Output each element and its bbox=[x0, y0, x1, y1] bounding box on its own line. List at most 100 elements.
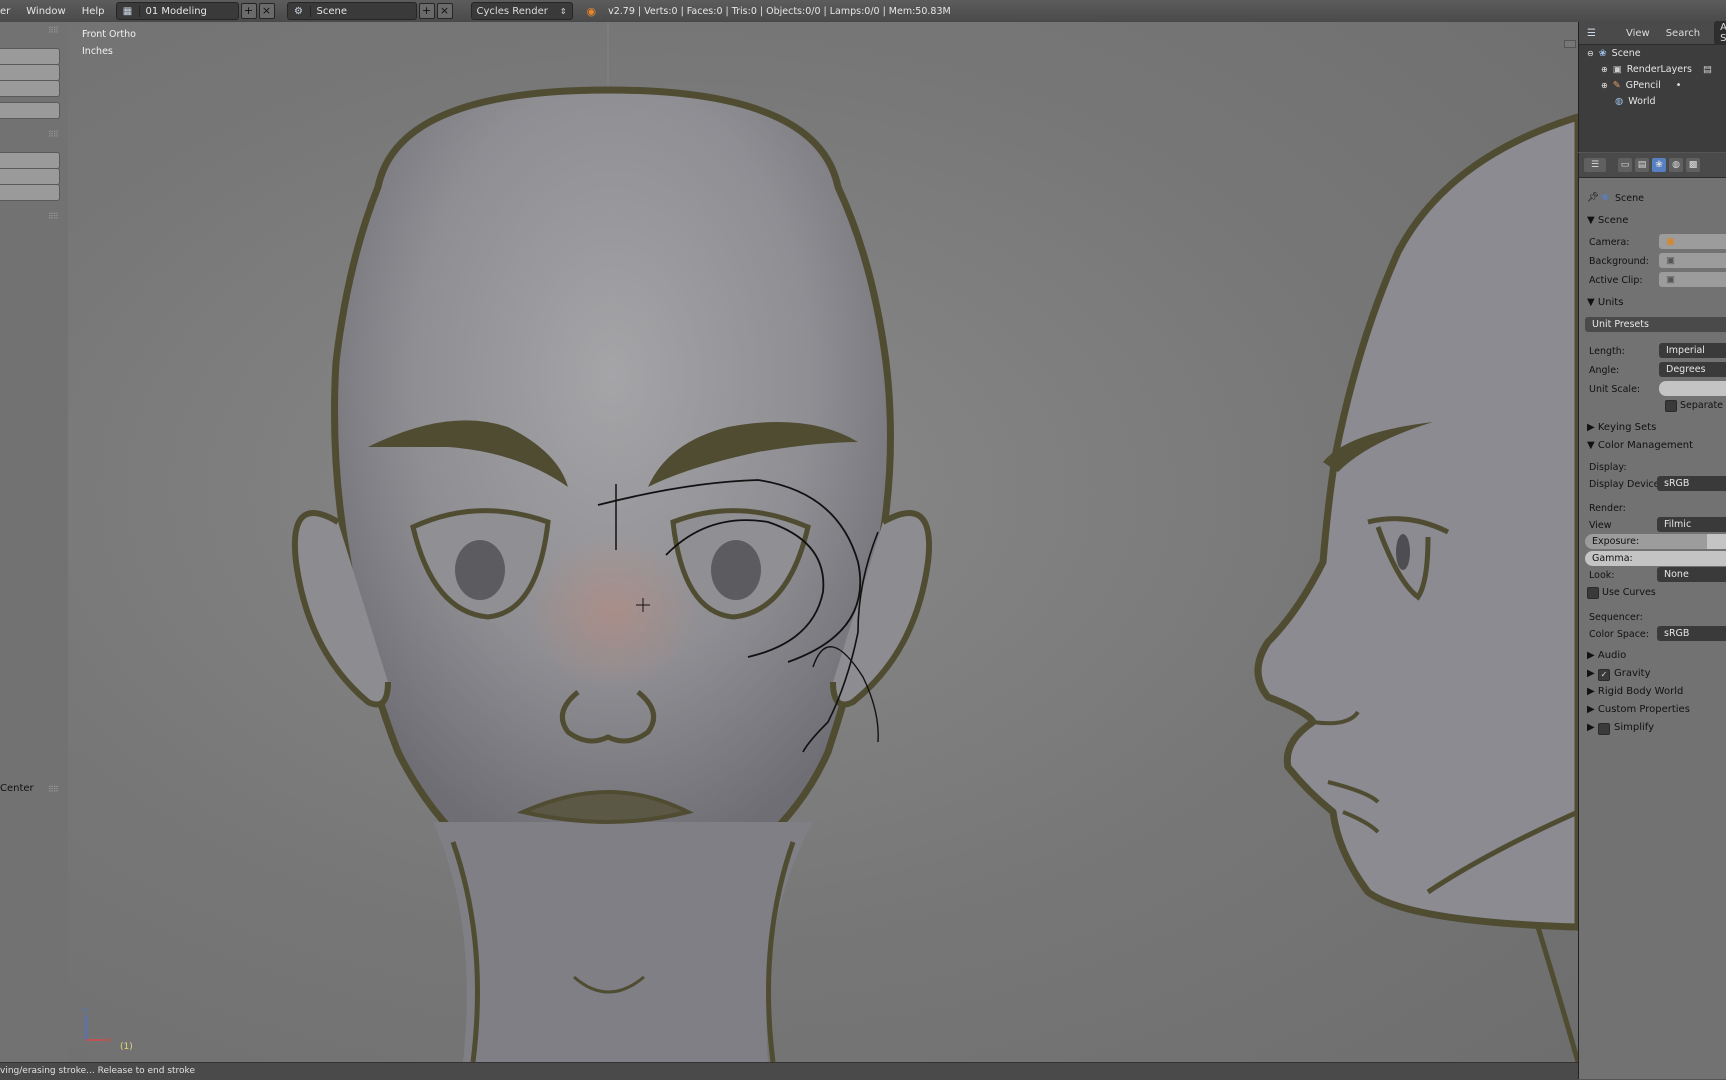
menu-help[interactable]: Help bbox=[74, 6, 113, 17]
add-screen-button[interactable]: + bbox=[240, 3, 257, 19]
outliner-filter-dropdown[interactable]: All Sc bbox=[1714, 21, 1726, 45]
gamma-slider[interactable]: Gamma: bbox=[1585, 551, 1726, 566]
pin-icon[interactable]: 📌︎ bbox=[1587, 192, 1599, 203]
outliner-item-renderlayers[interactable]: ⊕ ▣ RenderLayers ▤ bbox=[1601, 64, 1712, 75]
delete-scene-button[interactable]: × bbox=[436, 3, 453, 19]
unit-presets-dropdown[interactable]: Unit Presets bbox=[1585, 317, 1726, 332]
gpencil-data-icon[interactable]: • bbox=[1676, 80, 1682, 91]
outliner-editor-type-icon[interactable]: ☰ bbox=[1587, 28, 1596, 39]
world-icon: ◍ bbox=[1615, 96, 1624, 107]
length-label: Length: bbox=[1589, 346, 1625, 357]
outliner-view-menu[interactable]: View bbox=[1626, 28, 1650, 39]
render-label: Render: bbox=[1589, 503, 1626, 514]
scene-tab-icon[interactable]: ❀ bbox=[1652, 158, 1666, 172]
properties-toggle-button[interactable] bbox=[1564, 40, 1576, 48]
tool-button[interactable] bbox=[0, 64, 60, 81]
active-clip-field[interactable]: ▣ bbox=[1659, 272, 1726, 287]
texture-tab-icon[interactable]: ▩ bbox=[1686, 158, 1700, 172]
render-layers-icon: ▣ bbox=[1612, 64, 1622, 75]
collapse-toggle-icon[interactable]: ⊖ bbox=[1587, 49, 1594, 58]
exposure-slider-fill bbox=[1707, 534, 1726, 549]
outliner-panel: ☰ View Search All Sc ⊖ ❀ Scene ⊕ ▣ Rende… bbox=[1578, 21, 1726, 152]
section-units[interactable]: ▼ Units bbox=[1587, 297, 1623, 308]
tool-button[interactable] bbox=[0, 184, 60, 201]
look-label: Look: bbox=[1589, 570, 1615, 581]
side-profile-reference bbox=[1254, 113, 1578, 1062]
panel-label-center: Center bbox=[0, 783, 34, 794]
tool-button[interactable] bbox=[0, 152, 60, 169]
angle-dropdown[interactable]: Degrees bbox=[1659, 362, 1726, 377]
section-simplify[interactable]: ▶ bbox=[1587, 722, 1595, 733]
section-custom-properties[interactable]: ▶ Custom Properties bbox=[1587, 704, 1690, 715]
background-field[interactable]: ▣ bbox=[1659, 253, 1726, 268]
panel-grip-icon[interactable]: ⠿⠿ bbox=[48, 212, 59, 221]
sequencer-label: Sequencer: bbox=[1589, 612, 1643, 623]
outliner-header: ☰ View Search All Sc bbox=[1579, 21, 1726, 45]
exposure-slider[interactable]: Exposure: bbox=[1585, 534, 1726, 549]
outliner-item-world[interactable]: ◍ World bbox=[1615, 96, 1656, 107]
dropdown-arrows-icon: ⇕ bbox=[559, 6, 567, 16]
status-bar: ving/erasing stroke... Release to end st… bbox=[0, 1062, 1578, 1080]
gravity-checkbox[interactable]: ✓ bbox=[1598, 669, 1610, 681]
tool-button[interactable] bbox=[0, 48, 60, 65]
3d-viewport[interactable]: z x Front Ortho Inches (1) bbox=[68, 22, 1578, 1062]
render-tab-icon[interactable]: ▭ bbox=[1618, 158, 1632, 172]
display-device-label: Display Device: bbox=[1589, 479, 1663, 490]
front-face-reference bbox=[292, 86, 932, 1062]
reference-image-canvas: z x bbox=[83, 22, 1578, 1062]
menu-window[interactable]: Window bbox=[18, 6, 73, 17]
outliner-search-menu[interactable]: Search bbox=[1666, 28, 1700, 39]
camera-field[interactable]: ▣ bbox=[1659, 234, 1726, 249]
separate-units-checkbox[interactable] bbox=[1665, 400, 1677, 412]
unit-scale-label: Unit Scale: bbox=[1589, 384, 1641, 395]
world-tab-icon[interactable]: ◍ bbox=[1669, 158, 1683, 172]
section-gravity[interactable]: ▶ bbox=[1587, 668, 1595, 679]
tool-shelf: ⠿⠿ ⠿⠿ ⠿⠿ Center ⠿⠿ bbox=[0, 22, 69, 1062]
add-scene-button[interactable]: + bbox=[418, 3, 435, 19]
scene-icon: ❀ bbox=[1598, 48, 1607, 59]
screen-layout-dropdown[interactable]: ▦ 01 Modeling bbox=[115, 2, 239, 20]
tool-button[interactable] bbox=[0, 102, 60, 119]
outliner-item-gpencil[interactable]: ⊕ ✎ GPencil • bbox=[1601, 80, 1681, 91]
section-color-management[interactable]: ▼ Color Management bbox=[1587, 440, 1693, 451]
render-engine-dropdown[interactable]: Cycles Render ⇕ bbox=[470, 2, 573, 20]
expand-toggle-icon[interactable]: ⊕ bbox=[1601, 65, 1608, 74]
section-rigid-body-world[interactable]: ▶ Rigid Body World bbox=[1587, 686, 1683, 697]
axis-gizmo-icon: z x bbox=[83, 1006, 112, 1044]
view-name-label: Front Ortho bbox=[82, 29, 136, 40]
use-curves-label: Use Curves bbox=[1602, 587, 1656, 598]
tool-button[interactable] bbox=[0, 168, 60, 185]
context-breadcrumb: Scene bbox=[1615, 193, 1644, 204]
panel-grip-icon[interactable]: ⠿⠿ bbox=[48, 785, 59, 794]
svg-text:z: z bbox=[83, 1006, 87, 1014]
scene-dropdown[interactable]: ⚙ Scene bbox=[286, 2, 417, 20]
delete-screen-button[interactable]: × bbox=[258, 3, 275, 19]
active-clip-label: Active Clip: bbox=[1589, 275, 1643, 286]
length-dropdown[interactable]: Imperial bbox=[1659, 343, 1726, 358]
outliner-item-scene[interactable]: ⊖ ❀ Scene bbox=[1587, 48, 1641, 59]
tool-button[interactable] bbox=[0, 80, 60, 97]
menu-render[interactable]: er bbox=[0, 6, 18, 17]
top-header-bar: er Window Help ▦ 01 Modeling + × ⚙ Scene… bbox=[0, 0, 1726, 23]
render-layers-toggle-icon[interactable]: ▤ bbox=[1703, 64, 1712, 75]
render-layers-tab-icon[interactable]: ▤ bbox=[1635, 158, 1649, 172]
section-audio[interactable]: ▶ Audio bbox=[1587, 650, 1626, 661]
units-label: Inches bbox=[82, 46, 113, 57]
panel-grip-icon[interactable]: ⠿⠿ bbox=[48, 26, 59, 35]
unit-scale-field[interactable] bbox=[1659, 381, 1726, 396]
look-dropdown[interactable]: None bbox=[1657, 567, 1726, 582]
properties-editor-type-icon[interactable]: ☰ bbox=[1584, 158, 1606, 172]
use-curves-checkbox[interactable] bbox=[1587, 587, 1599, 599]
scene-stats: v2.79 | Verts:0 | Faces:0 | Tris:0 | Obj… bbox=[608, 5, 951, 17]
panel-grip-icon[interactable]: ⠿⠿ bbox=[48, 130, 59, 139]
expand-toggle-icon[interactable]: ⊕ bbox=[1601, 81, 1608, 90]
section-keying-sets[interactable]: ▶ Keying Sets bbox=[1587, 422, 1656, 433]
display-device-dropdown[interactable]: sRGB bbox=[1657, 476, 1726, 491]
simplify-checkbox[interactable] bbox=[1598, 723, 1610, 735]
status-message: ving/erasing stroke... Release to end st… bbox=[0, 1066, 195, 1076]
display-label: Display: bbox=[1589, 462, 1627, 473]
section-scene[interactable]: ▼ Scene bbox=[1587, 215, 1628, 226]
color-space-dropdown[interactable]: sRGB bbox=[1657, 626, 1726, 641]
properties-header: ☰ ▭ ▤ ❀ ◍ ▩ bbox=[1579, 153, 1726, 178]
view-transform-dropdown[interactable]: Filmic bbox=[1657, 517, 1726, 532]
